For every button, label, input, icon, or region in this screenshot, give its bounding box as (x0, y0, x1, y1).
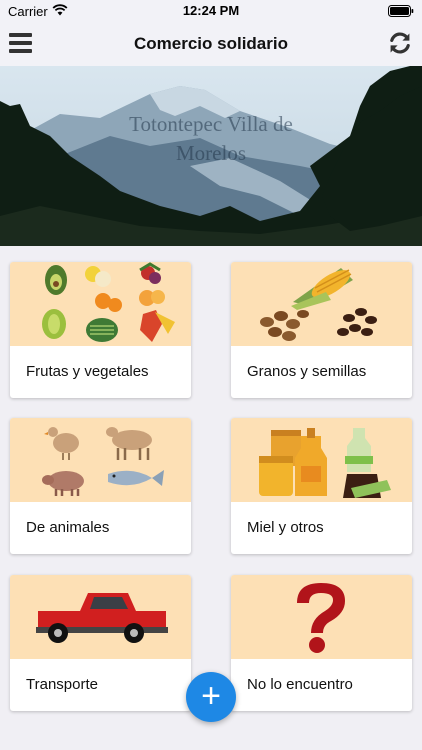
navigation-bar: Comercio solidario (0, 22, 422, 66)
category-card-granos[interactable]: Granos y semillas (231, 262, 412, 398)
category-card-animales[interactable]: De animales (10, 418, 191, 554)
category-label: De animales (26, 519, 110, 536)
category-card-miel[interactable]: Miel y otros (231, 418, 412, 554)
page-title: Comercio solidario (134, 34, 288, 53)
animals-illustration (42, 427, 164, 496)
plus-icon: + (201, 677, 221, 715)
honey-jars-illustration (259, 428, 391, 498)
category-label: Miel y otros (247, 519, 324, 536)
add-button[interactable]: + (186, 672, 236, 722)
category-label: Granos y semillas (247, 363, 367, 380)
fruits-vegetables-illustration (42, 262, 175, 342)
question-mark-illustration (297, 583, 345, 653)
category-label: Frutas y vegetales (26, 363, 149, 380)
category-card-no-lo-encuentro[interactable]: No lo encuentro (231, 575, 412, 711)
category-card-frutas[interactable]: Frutas y vegetales (10, 262, 191, 398)
refresh-icon[interactable] (387, 30, 413, 56)
status-bar: Carrier 12:24 PM (0, 0, 422, 22)
category-label: No lo encuentro (247, 676, 353, 693)
grains-seeds-illustration (260, 268, 377, 341)
hero-banner: Totontepec Villa de Morelos (0, 66, 422, 246)
clock: 12:24 PM (182, 3, 240, 18)
location-title: Totontepec Villa de Morelos (129, 112, 293, 165)
category-card-transporte[interactable]: Transporte (10, 575, 191, 711)
battery-icon (388, 5, 414, 17)
pickup-truck-illustration (36, 593, 168, 643)
category-label: Transporte (26, 676, 98, 693)
